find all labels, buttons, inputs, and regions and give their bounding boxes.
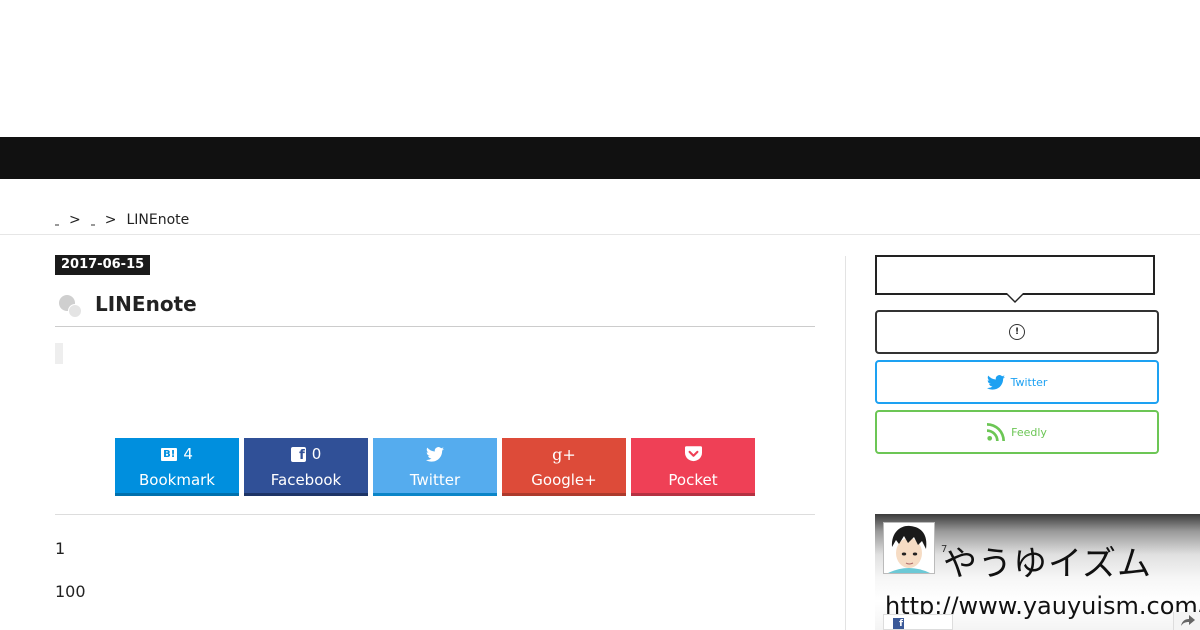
follow-feedly-label: Feedly	[1011, 425, 1047, 439]
title-bubble-icon	[59, 295, 82, 318]
twitter-bird-icon	[986, 374, 1005, 390]
facebook-icon: f	[290, 446, 306, 463]
post-title: LINEnote	[95, 292, 197, 316]
hatena-label: Bookmark	[139, 471, 215, 489]
facebook-count: 0	[311, 445, 322, 463]
follow-round-icon: !	[1009, 324, 1025, 340]
share-arrow-icon[interactable]	[1173, 612, 1200, 630]
googleplus-icon: g+	[552, 444, 576, 464]
breadcrumb: > > LINEnote	[55, 212, 189, 228]
breadcrumb-home-link[interactable]	[55, 224, 59, 226]
googleplus-label: Google+	[531, 471, 597, 489]
content-placeholder	[55, 343, 63, 364]
author-avatar	[883, 522, 935, 574]
share-buttons: B! 4 Bookmark f 0 Facebook Twitter g+ Go…	[115, 438, 755, 496]
post-title-block: LINEnote	[55, 290, 815, 327]
twitter-share-button[interactable]: Twitter	[373, 438, 497, 496]
banner-title: やうゆイズム	[943, 544, 1152, 584]
blog-banner[interactable]: 7 やうゆイズム http://www.yauyuism.com/ f	[875, 514, 1200, 630]
pocket-icon	[684, 446, 702, 462]
follow-twitter-label: Twitter	[1010, 375, 1048, 389]
follow-speech-box	[875, 255, 1155, 295]
header-divider	[0, 234, 1200, 235]
rss-icon	[987, 423, 1006, 441]
banner-facebook-strip[interactable]: f	[883, 614, 953, 630]
hatena-bookmark-button[interactable]: B! 4 Bookmark	[115, 438, 239, 496]
breadcrumb-separator: >	[104, 212, 117, 228]
breadcrumb-separator: >	[69, 212, 81, 228]
content-divider	[55, 514, 815, 515]
pocket-save-button[interactable]: Pocket	[631, 438, 755, 496]
twitter-label: Twitter	[409, 471, 461, 489]
follow-feedly-button[interactable]: Feedly	[875, 410, 1159, 454]
pocket-label: Pocket	[668, 471, 718, 489]
hatena-icon: B!	[161, 447, 178, 461]
facebook-label: Facebook	[270, 471, 342, 489]
breadcrumb-current: LINEnote	[126, 212, 190, 228]
follow-twitter-button[interactable]: Twitter	[875, 360, 1159, 404]
follow-button[interactable]: !	[875, 310, 1159, 354]
facebook-share-button[interactable]: f 0 Facebook	[244, 438, 368, 496]
body-paragraph: 1	[55, 539, 66, 558]
sidebar-divider	[845, 256, 846, 630]
body-paragraph: 100	[55, 582, 86, 601]
twitter-bird-icon	[426, 446, 444, 462]
breadcrumb-category-link[interactable]	[90, 224, 95, 226]
post-date: 2017-06-15	[55, 255, 151, 275]
top-nav-bar	[0, 137, 1200, 179]
googleplus-share-button[interactable]: g+ Google+	[502, 438, 626, 496]
hatena-count: 4	[183, 445, 193, 463]
facebook-icon: f	[893, 618, 904, 629]
